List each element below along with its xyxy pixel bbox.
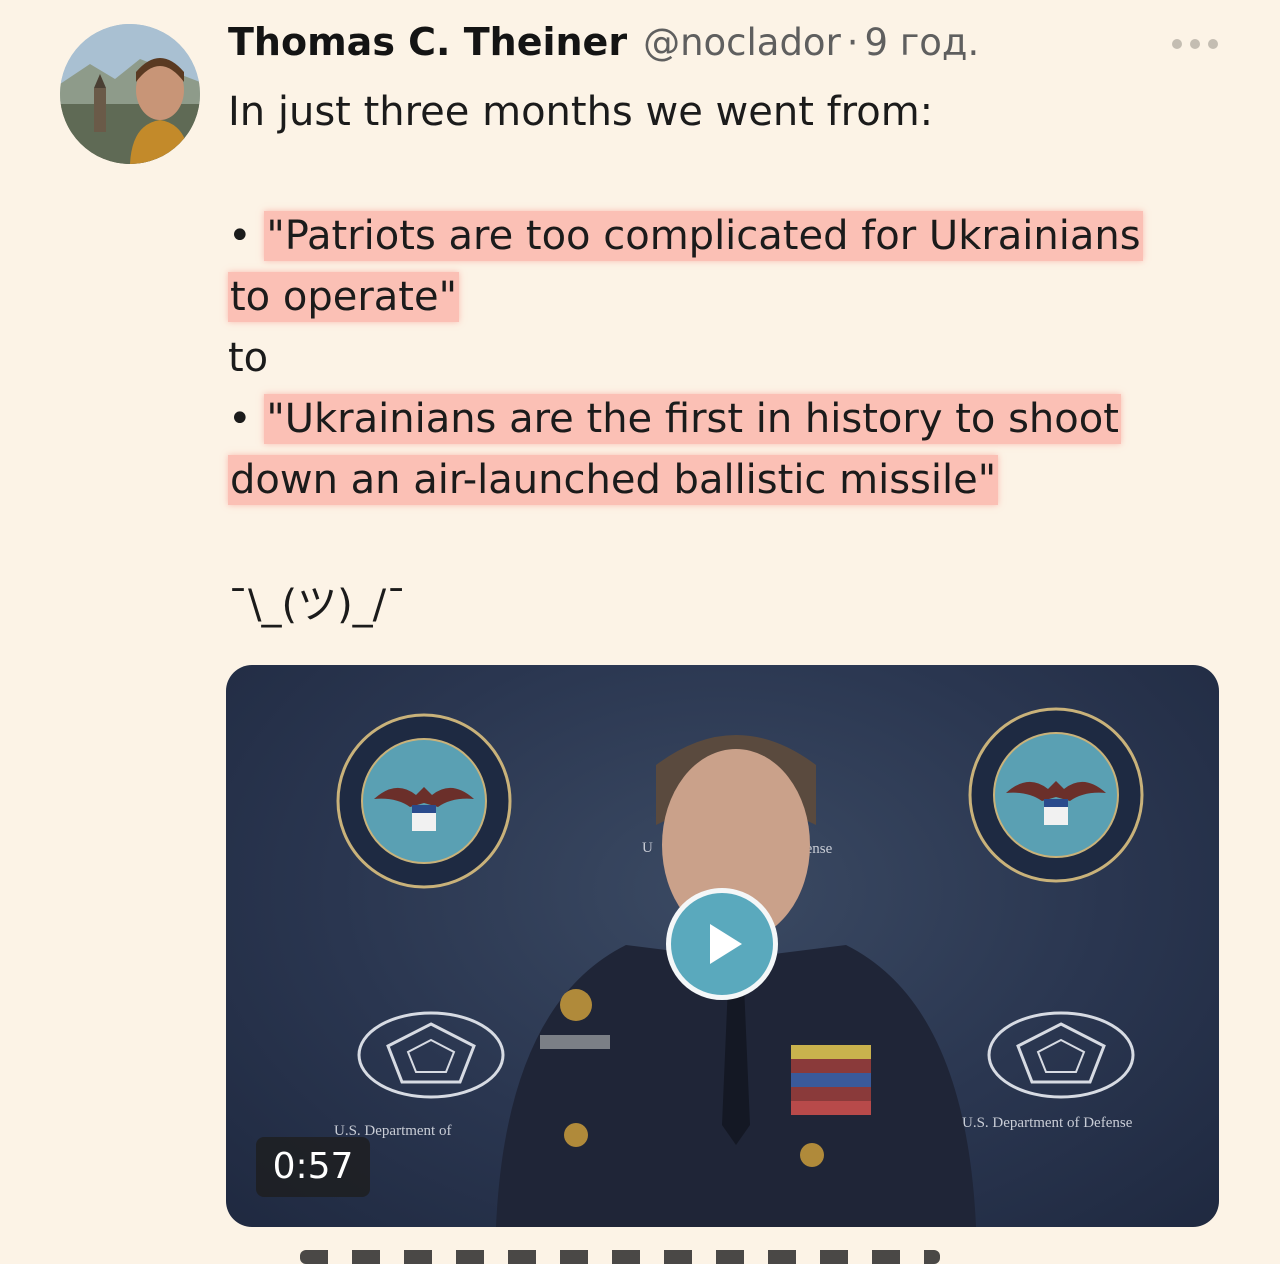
shrug-emoticon: ¯\_(ツ)_/¯: [228, 582, 407, 628]
more-dot: [1172, 39, 1182, 49]
highlighted-quote1-a: "Patriots are too complicated for Ukrain…: [264, 211, 1143, 261]
pentagon-logo-right: [987, 1011, 1135, 1099]
more-dot: [1208, 39, 1218, 49]
bullet: •: [228, 213, 252, 259]
separator: ·: [846, 21, 859, 64]
highlighted-quote2-b: down an air-launched ballistic missile": [228, 455, 999, 505]
avatar[interactable]: [60, 24, 200, 164]
avatar-photo: [60, 24, 200, 164]
highlighted-quote2-a: "Ukrainians are the first in history to …: [264, 394, 1121, 444]
author-name[interactable]: Thomas C. Theiner: [228, 20, 627, 64]
more-horizontal-icon[interactable]: [1172, 36, 1218, 52]
more-dot: [1190, 39, 1200, 49]
quote2-line2: down an air-launched ballistic missile": [228, 450, 999, 511]
connector: to: [228, 335, 269, 381]
play-button[interactable]: [666, 888, 778, 1000]
tweet-header: Thomas C. Theiner @noclador · 9 год.: [228, 20, 979, 74]
author-handle[interactable]: @noclador: [643, 21, 841, 64]
video-duration: 0:57: [256, 1137, 370, 1197]
quote1-line1: • "Patriots are too complicated for Ukra…: [228, 206, 1143, 267]
play-icon: [710, 924, 742, 964]
intro-line: In just three months we went from:: [228, 89, 934, 135]
quote1-line2: to operate": [228, 267, 459, 328]
highlighted-quote1-b: to operate": [228, 272, 459, 322]
timestamp[interactable]: 9 год.: [865, 21, 980, 64]
bullet: •: [228, 396, 252, 442]
quote2-line1: • "Ukrainians are the first in history t…: [228, 389, 1121, 450]
video-player[interactable]: U.S. Department of U.S. Department of De…: [226, 665, 1219, 1227]
